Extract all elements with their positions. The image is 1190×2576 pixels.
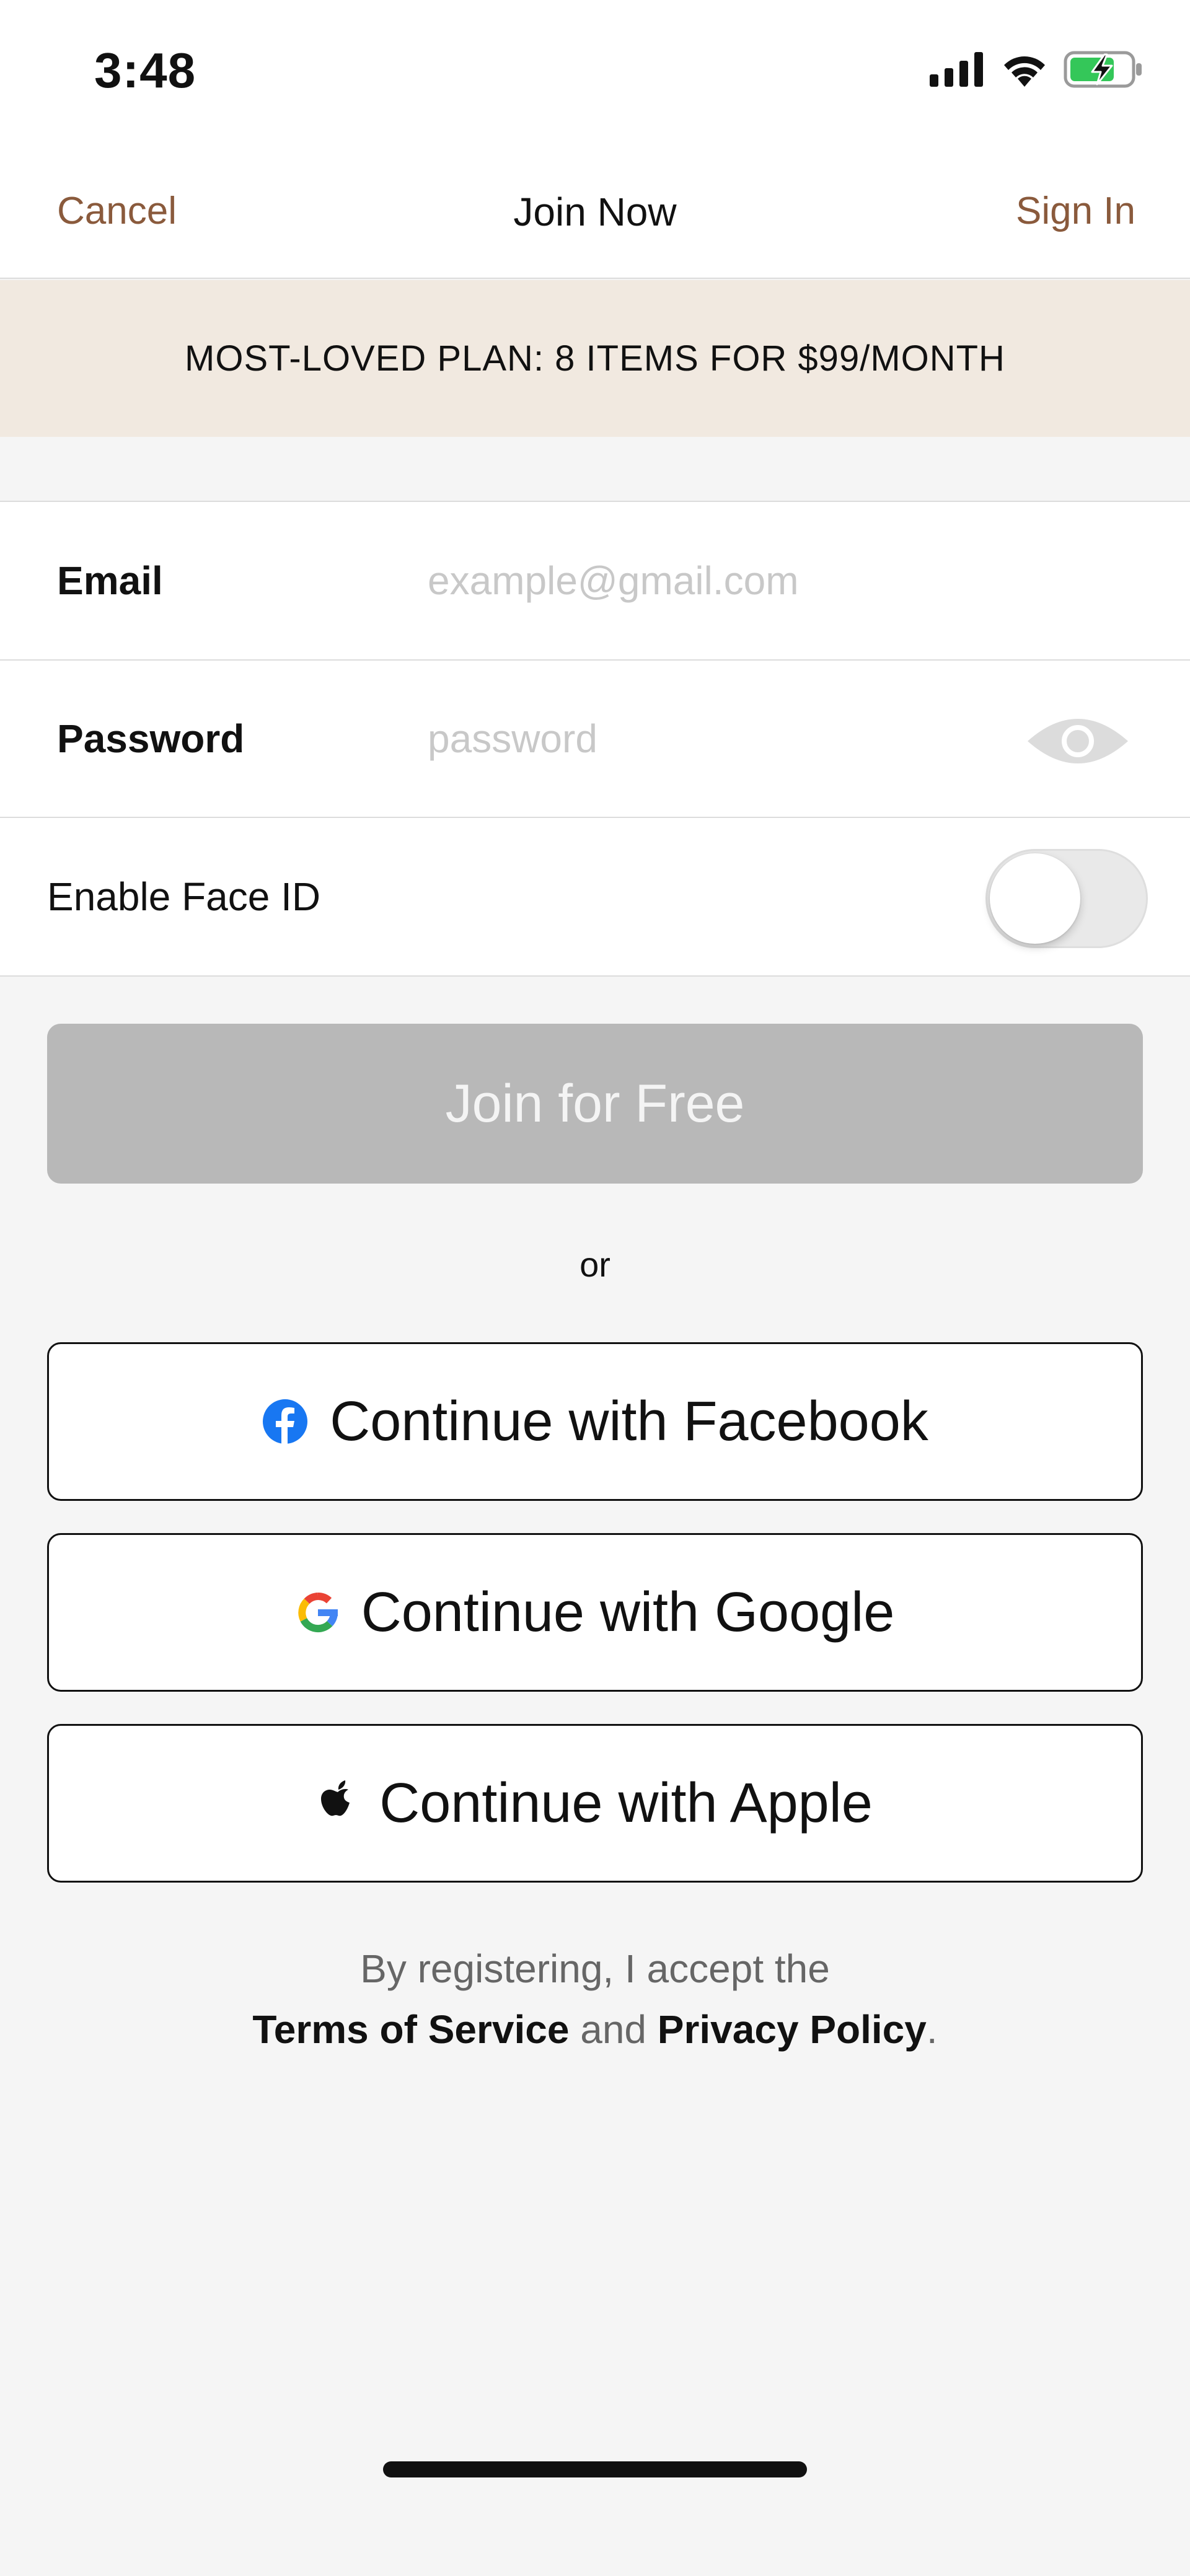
wifi-icon: [1000, 51, 1049, 91]
page-title: Join Now: [513, 190, 677, 234]
password-row: Password: [0, 661, 1190, 818]
toggle-knob: [990, 853, 1080, 944]
continue-with-facebook-button[interactable]: Continue with Facebook: [47, 1342, 1143, 1501]
face-id-row: Enable Face ID: [0, 818, 1190, 977]
apple-button-label: Continue with Apple: [379, 1772, 873, 1834]
legal-suffix: .: [926, 2007, 938, 2052]
or-divider-label: or: [580, 1245, 610, 1284]
join-now-screen: 3:48 Cancel Join Now Sign In MOST-LOVED …: [0, 0, 1190, 2576]
status-time: 3:48: [94, 43, 196, 98]
privacy-policy-link[interactable]: Privacy Policy: [658, 2007, 927, 2052]
legal-links-line: Terms of Service and Privacy Policy.: [0, 1999, 1190, 2060]
join-for-free-button[interactable]: Join for Free: [47, 1024, 1143, 1184]
legal-text: By registering, I accept the Terms of Se…: [0, 1938, 1190, 2060]
google-icon: [296, 1590, 340, 1635]
continue-with-apple-button[interactable]: Continue with Apple: [47, 1724, 1143, 1883]
password-label: Password: [57, 716, 245, 761]
facebook-button-label: Continue with Facebook: [330, 1390, 928, 1453]
email-label: Email: [57, 558, 163, 603]
face-id-toggle[interactable]: [985, 849, 1148, 948]
battery-charging-icon: [1064, 50, 1144, 92]
email-row: Email: [0, 501, 1190, 661]
sign-in-button[interactable]: Sign In: [1016, 189, 1135, 233]
terms-of-service-link[interactable]: Terms of Service: [252, 2007, 569, 2052]
signal-icon: [930, 51, 985, 91]
continue-with-google-button[interactable]: Continue with Google: [47, 1533, 1143, 1692]
email-field[interactable]: [428, 502, 985, 659]
password-field[interactable]: [428, 661, 936, 817]
google-button-label: Continue with Google: [361, 1581, 895, 1643]
legal-prefix: By registering, I accept the: [360, 1946, 830, 1991]
facebook-icon: [262, 1398, 309, 1445]
face-id-label: Enable Face ID: [47, 874, 321, 919]
apple-icon: [317, 1778, 358, 1828]
nav-bar: Cancel Join Now Sign In: [0, 146, 1190, 279]
home-indicator[interactable]: [383, 2461, 807, 2477]
legal-and: and: [580, 2007, 646, 2052]
status-icons: [930, 50, 1144, 92]
status-bar: 3:48: [0, 0, 1190, 146]
promo-banner-text: MOST-LOVED PLAN: 8 ITEMS FOR $99/MONTH: [185, 338, 1005, 379]
show-password-eye-icon[interactable]: [1025, 710, 1130, 772]
promo-banner: MOST-LOVED PLAN: 8 ITEMS FOR $99/MONTH: [0, 280, 1190, 437]
